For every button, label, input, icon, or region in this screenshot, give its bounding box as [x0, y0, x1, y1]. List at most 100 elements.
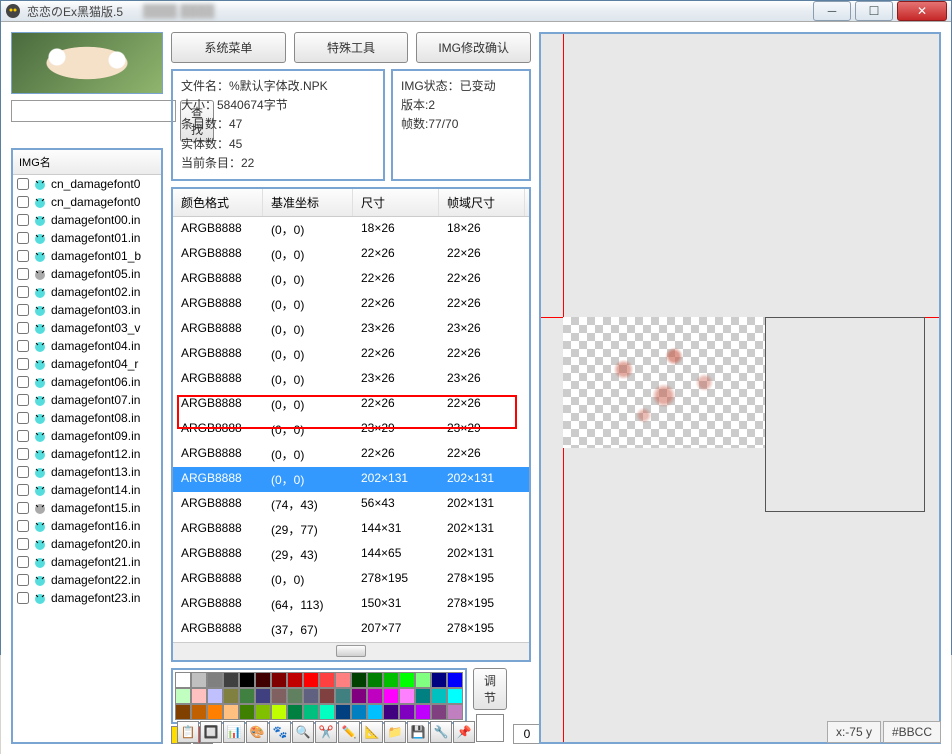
palette-cell[interactable] — [335, 704, 351, 720]
item-checkbox[interactable] — [17, 214, 29, 226]
palette-cell[interactable] — [351, 688, 367, 704]
palette-cell[interactable] — [175, 704, 191, 720]
palette-cell[interactable] — [303, 704, 319, 720]
grid-row[interactable]: ARGB8888(0，0)22×2622×26 — [173, 442, 529, 467]
list-item[interactable]: damagefont21.in — [13, 553, 161, 571]
item-checkbox[interactable] — [17, 178, 29, 190]
tool-icon[interactable]: 🔧 — [430, 721, 452, 743]
tool-icon[interactable]: 📁 — [384, 721, 406, 743]
palette-cell[interactable] — [287, 672, 303, 688]
palette-cell[interactable] — [207, 688, 223, 704]
item-checkbox[interactable] — [17, 448, 29, 460]
palette-cell[interactable] — [191, 688, 207, 704]
palette-cell[interactable] — [447, 688, 463, 704]
item-checkbox[interactable] — [17, 394, 29, 406]
tool-icon[interactable]: 🔍 — [292, 721, 314, 743]
list-item[interactable]: damagefont05.in — [13, 265, 161, 283]
minimize-button[interactable]: ─ — [813, 1, 851, 21]
palette-cell[interactable] — [415, 688, 431, 704]
palette-cell[interactable] — [255, 704, 271, 720]
palette-cell[interactable] — [399, 672, 415, 688]
tool-icon[interactable]: 📊 — [223, 721, 245, 743]
tool-icon[interactable]: 📐 — [361, 721, 383, 743]
palette-cell[interactable] — [287, 688, 303, 704]
list-item[interactable]: damagefont09.in — [13, 427, 161, 445]
item-checkbox[interactable] — [17, 358, 29, 370]
tool-icon[interactable]: 🐾 — [269, 721, 291, 743]
color-palette[interactable] — [171, 668, 467, 724]
grid-row[interactable]: ARGB8888(0，0)23×2623×26 — [173, 367, 529, 392]
close-button[interactable]: ✕ — [897, 1, 947, 21]
list-item[interactable]: damagefont06.in — [13, 373, 161, 391]
item-checkbox[interactable] — [17, 574, 29, 586]
grid-row[interactable]: ARGB8888(0，0)202×131202×131 — [173, 467, 529, 492]
tool-icon[interactable]: ✏️ — [338, 721, 360, 743]
grid-row[interactable]: ARGB8888(29，43)144×65202×131 — [173, 542, 529, 567]
tool-icon[interactable]: 💾 — [407, 721, 429, 743]
item-checkbox[interactable] — [17, 520, 29, 532]
palette-cell[interactable] — [399, 688, 415, 704]
item-checkbox[interactable] — [17, 430, 29, 442]
item-checkbox[interactable] — [17, 412, 29, 424]
item-checkbox[interactable] — [17, 556, 29, 568]
palette-cell[interactable] — [207, 704, 223, 720]
sysmenu-button[interactable]: 系统菜单 — [171, 32, 286, 63]
palette-cell[interactable] — [431, 672, 447, 688]
item-checkbox[interactable] — [17, 376, 29, 388]
list-item[interactable]: damagefont13.in — [13, 463, 161, 481]
grid-row[interactable]: ARGB8888(29，77)144×31202×131 — [173, 517, 529, 542]
preview-panel[interactable] — [539, 32, 941, 744]
grid-row[interactable]: ARGB8888(0，0)18×2618×26 — [173, 217, 529, 242]
item-checkbox[interactable] — [17, 502, 29, 514]
item-checkbox[interactable] — [17, 250, 29, 262]
palette-cell[interactable] — [223, 688, 239, 704]
grid-row[interactable]: ARGB8888(0，0)23×2623×26 — [173, 317, 529, 342]
frame-grid[interactable]: 颜色格式 基准坐标 尺寸 帧域尺寸 ARGB8888(0，0)18×2618×2… — [171, 187, 531, 662]
list-item[interactable]: damagefont04_r — [13, 355, 161, 373]
palette-cell[interactable] — [447, 704, 463, 720]
grid-row[interactable]: ARGB8888(0，0)22×2622×26 — [173, 292, 529, 317]
palette-cell[interactable] — [319, 704, 335, 720]
palette-cell[interactable] — [383, 672, 399, 688]
grid-row[interactable]: ARGB8888(0，0)278×195278×195 — [173, 567, 529, 592]
palette-cell[interactable] — [175, 672, 191, 688]
palette-cell[interactable] — [271, 688, 287, 704]
list-item[interactable]: damagefont02.in — [13, 283, 161, 301]
palette-cell[interactable] — [223, 672, 239, 688]
palette-cell[interactable] — [367, 688, 383, 704]
palette-cell[interactable] — [319, 688, 335, 704]
item-checkbox[interactable] — [17, 466, 29, 478]
palette-cell[interactable] — [191, 704, 207, 720]
list-item[interactable]: damagefont03_v — [13, 319, 161, 337]
list-item[interactable]: damagefont07.in — [13, 391, 161, 409]
list-item[interactable]: cn_damagefont0 — [13, 193, 161, 211]
list-item[interactable]: damagefont00.in — [13, 211, 161, 229]
palette-cell[interactable] — [351, 672, 367, 688]
palette-cell[interactable] — [191, 672, 207, 688]
maximize-button[interactable]: ☐ — [855, 1, 893, 21]
palette-cell[interactable] — [239, 688, 255, 704]
search-input[interactable] — [11, 100, 176, 122]
grid-body[interactable]: ARGB8888(0，0)18×2618×26 ARGB8888(0，0)22×2… — [173, 217, 529, 642]
list-item[interactable]: damagefont01_b — [13, 247, 161, 265]
grid-row[interactable]: ARGB8888(74，43)56×43202×131 — [173, 492, 529, 517]
palette-cell[interactable] — [431, 688, 447, 704]
list-item[interactable]: damagefont22.in — [13, 571, 161, 589]
item-checkbox[interactable] — [17, 322, 29, 334]
palette-cell[interactable] — [223, 704, 239, 720]
list-item[interactable]: damagefont16.in — [13, 517, 161, 535]
item-checkbox[interactable] — [17, 484, 29, 496]
tool-icon[interactable]: 🎨 — [246, 721, 268, 743]
list-item[interactable]: damagefont14.in — [13, 481, 161, 499]
palette-cell[interactable] — [271, 672, 287, 688]
tool-icon[interactable]: ✂️ — [315, 721, 337, 743]
grid-row[interactable]: ARGB8888(0，0)22×2622×26 — [173, 392, 529, 417]
palette-cell[interactable] — [255, 688, 271, 704]
item-checkbox[interactable] — [17, 196, 29, 208]
adjust-button[interactable]: 调节 — [473, 668, 507, 710]
palette-cell[interactable] — [415, 672, 431, 688]
img-list[interactable]: cn_damagefont0cn_damagefont0damagefont00… — [13, 175, 161, 742]
palette-cell[interactable] — [399, 704, 415, 720]
palette-cell[interactable] — [255, 672, 271, 688]
grid-row[interactable]: ARGB8888(0，0)22×2622×26 — [173, 267, 529, 292]
